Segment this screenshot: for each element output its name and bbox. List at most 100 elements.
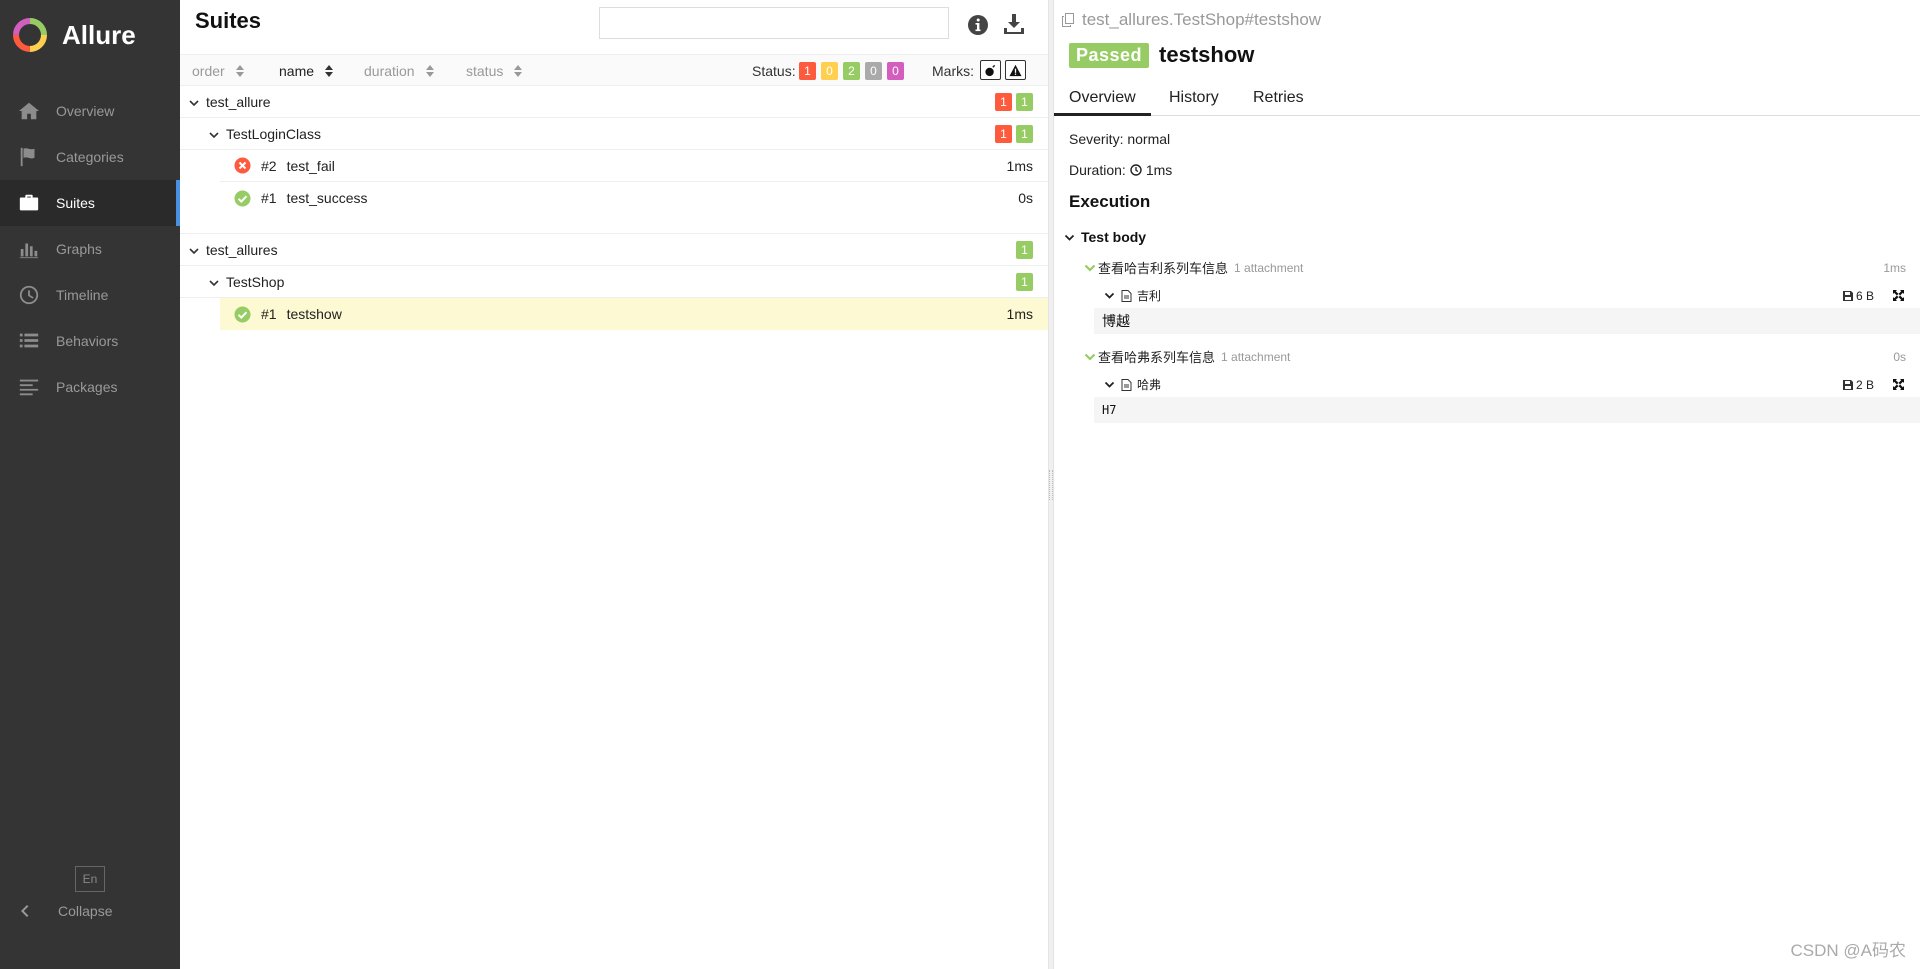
failed-status-icon [234,157,251,174]
expand-icon[interactable] [1893,290,1904,301]
sort-status[interactable]: status [466,63,523,79]
attachment-count: 1 attachment [1234,260,1304,275]
status-filter-skipped[interactable]: 0 [865,62,882,80]
save-icon [1842,379,1853,390]
chevron-down-icon [188,244,200,256]
copy-icon [1062,13,1074,27]
sort-label: order [192,63,225,79]
tree-class-row[interactable]: TestShop 1 [180,266,1048,298]
page-title: Suites [195,8,262,33]
sidebar-item-behaviors[interactable]: Behaviors [0,318,180,364]
severity-field: Severity: normal [1069,131,1170,147]
test-case-name: test_fail [286,157,335,174]
sidebar: Allure Overview Categories Suites Graphs… [0,0,180,969]
sidebar-nav: Overview Categories Suites Graphs Timeli… [0,88,180,410]
test-case-number: #2 [261,157,277,174]
test-case-row[interactable]: #1 test_success 0s [220,182,1048,214]
download-button[interactable] [1002,12,1026,36]
passed-status-icon [234,190,251,207]
chevron-down-icon [208,276,220,288]
attachment-size-value: 2 B [1855,377,1874,392]
tree-group-row[interactable]: test_allure 1 1 [180,86,1048,118]
passed-status-icon [234,306,251,323]
attachment-size: 6 B [1842,289,1874,303]
collapse-button[interactable]: Collapse [18,903,112,919]
brand[interactable]: Allure [0,0,180,70]
flag-icon [18,146,40,168]
chevron-left-icon [21,905,29,917]
expand-icon[interactable] [1893,379,1904,390]
sort-order[interactable]: order [192,63,245,79]
attachment-name: 哈弗 [1137,378,1162,392]
tree-group-row[interactable]: test_allures 1 [180,234,1048,266]
brand-name: Allure [62,19,136,50]
bomb-icon [985,64,996,76]
test-case-row-selected[interactable]: #1 testshow 1ms [220,298,1048,330]
tree-class-row[interactable]: TestLoginClass 1 1 [180,118,1048,150]
test-case-row[interactable]: #2 test_fail 1ms [220,150,1048,182]
step-row[interactable]: 查看哈吉利系列车信息 1 attachment 1ms [1084,258,1914,277]
severity-value: normal [1127,131,1171,147]
sort-label: duration [364,63,415,79]
test-name: testshow [1159,42,1255,67]
attachment-row[interactable]: 吉利 6 B [1104,287,1914,304]
sidebar-item-label: Timeline [56,287,109,303]
status-filter-passed[interactable]: 2 [843,62,860,80]
severity-label: Severity: [1069,131,1124,147]
step-duration: 1ms [1883,260,1906,275]
watermark: CSDN @A码农 [1790,941,1907,960]
language-button[interactable]: En [75,866,105,892]
failed-count-badge: 1 [995,93,1012,111]
status-filter-broken[interactable]: 0 [821,62,838,80]
new-failed-mark-button[interactable] [1005,60,1026,80]
home-icon [18,100,40,122]
sidebar-item-packages[interactable]: Packages [0,364,180,410]
sort-icon [425,64,435,78]
tab-overview[interactable]: Overview [1054,86,1151,116]
flaky-mark-button[interactable] [980,60,1001,80]
splitter-grip-icon[interactable] [1049,470,1053,500]
info-button[interactable] [967,14,989,36]
passed-count-badge: 1 [1016,273,1033,291]
sidebar-item-overview[interactable]: Overview [0,88,180,134]
test-case-duration: 1ms [1006,306,1033,322]
app: Allure Overview Categories Suites Graphs… [0,0,1920,969]
test-body-toggle[interactable]: Test body [1064,229,1146,245]
attachment-row[interactable]: 哈弗 2 B [1104,376,1914,393]
sidebar-item-timeline[interactable]: Timeline [0,272,180,318]
status-filter-failed[interactable]: 1 [799,62,816,80]
sort-duration[interactable]: duration [364,63,435,79]
sidebar-item-label: Overview [56,103,115,119]
sort-icon [513,64,523,78]
step-name: 查看哈弗系列车信息 [1098,350,1216,365]
passed-count-badge: 1 [1016,241,1033,259]
test-title: Passed testshow [1069,42,1254,68]
sidebar-item-categories[interactable]: Categories [0,134,180,180]
sidebar-item-label: Suites [56,195,95,211]
group-name: test_allure [206,93,271,110]
test-case-name: testshow [286,306,342,322]
list-icon [18,330,40,352]
tab-history[interactable]: History [1154,86,1234,116]
duration-value: 1ms [1145,162,1173,178]
sort-label: name [279,63,315,79]
step-row[interactable]: 查看哈弗系列车信息 1 attachment 0s [1084,347,1914,366]
class-badges: 1 1 [995,125,1033,143]
group-name: test_allures [206,241,278,258]
search-input[interactable] [599,7,949,39]
warning-icon [1009,64,1022,76]
briefcase-icon [18,192,40,214]
class-name: TestShop [226,273,285,290]
marks-label: Marks: [932,63,974,79]
status-filter: 1 0 2 0 0 [799,62,904,80]
sidebar-item-graphs[interactable]: Graphs [0,226,180,272]
test-path[interactable]: test_allures.TestShop#testshow [1060,10,1321,30]
save-icon [1842,290,1853,301]
sidebar-item-suites[interactable]: Suites [0,180,180,226]
group-badges: 1 [1016,241,1033,259]
class-badges: 1 [1016,273,1033,291]
tab-retries[interactable]: Retries [1238,86,1319,116]
sort-name[interactable]: name [279,63,334,79]
group-spacer [180,214,1048,234]
status-filter-unknown[interactable]: 0 [887,62,904,80]
